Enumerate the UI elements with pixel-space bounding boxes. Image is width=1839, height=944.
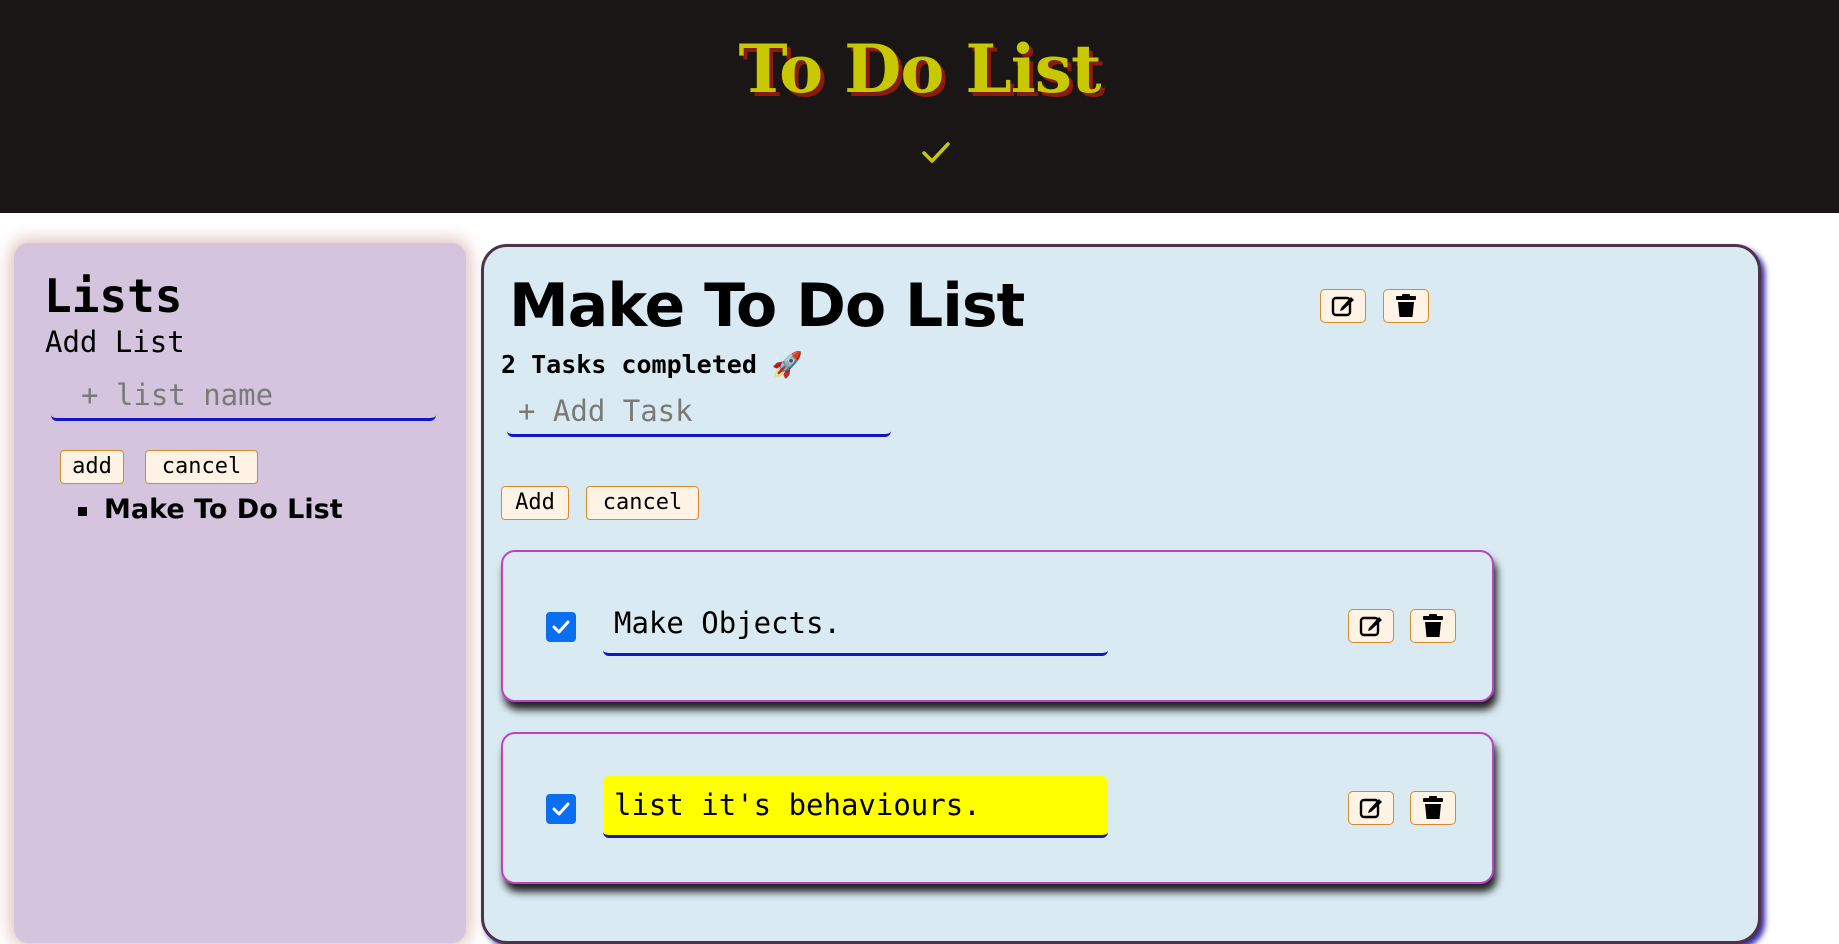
add-task-input[interactable] <box>507 387 891 437</box>
trash-icon <box>1423 614 1443 637</box>
edit-icon <box>1331 296 1354 317</box>
cancel-list-button[interactable]: cancel <box>145 450 258 484</box>
lists-menu: Make To Do List <box>78 493 343 527</box>
task-card: Make Objects. <box>501 550 1494 702</box>
list-detail-panel: Make To Do List 2 Tasks completed 🚀 Add … <box>481 244 1761 944</box>
list-item-label: Make To Do List <box>104 494 343 525</box>
app-title: To Do List <box>738 30 1102 108</box>
trash-icon <box>1396 294 1416 317</box>
checkmark-icon <box>552 620 570 634</box>
trash-icon <box>1423 796 1443 819</box>
bullet-icon <box>78 507 87 516</box>
task-card: list it's behaviours. <box>501 732 1494 884</box>
tasks-completed-count: 2 Tasks completed 🚀 <box>501 350 804 379</box>
edit-task-button[interactable] <box>1348 609 1394 643</box>
list-title: Make To Do List <box>509 271 1025 341</box>
add-task-button[interactable]: Add <box>501 486 569 520</box>
task-text[interactable]: Make Objects. <box>603 594 1108 656</box>
edit-task-button[interactable] <box>1348 791 1394 825</box>
delete-list-button[interactable] <box>1383 289 1429 323</box>
task-text[interactable]: list it's behaviours. <box>603 776 1108 838</box>
delete-task-button[interactable] <box>1410 791 1456 825</box>
checkmark-icon <box>922 142 950 163</box>
cancel-task-button[interactable]: cancel <box>586 486 699 520</box>
task-checkbox[interactable] <box>546 794 576 824</box>
edit-icon <box>1359 798 1382 819</box>
add-list-button[interactable]: add <box>60 450 124 484</box>
sidebar-title: Lists <box>44 269 183 323</box>
lists-sidebar: Lists Add List add cancel Make To Do Lis… <box>14 243 466 943</box>
task-checkbox[interactable] <box>546 612 576 642</box>
app-header: To Do List <box>0 0 1839 213</box>
add-list-label: Add List <box>45 325 185 359</box>
checkmark-icon <box>552 802 570 816</box>
delete-task-button[interactable] <box>1410 609 1456 643</box>
list-item-make-to-do-list[interactable]: Make To Do List <box>78 493 343 527</box>
edit-list-button[interactable] <box>1320 289 1366 323</box>
edit-icon <box>1359 616 1382 637</box>
list-name-input[interactable] <box>51 371 436 421</box>
